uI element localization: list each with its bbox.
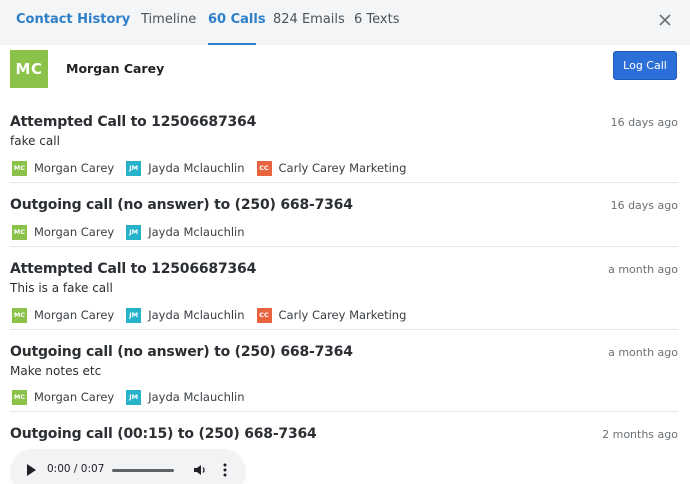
participant[interactable]: MC Morgan Carey — [12, 224, 115, 240]
close-icon[interactable] — [656, 11, 674, 29]
more-options-icon[interactable] — [223, 463, 227, 477]
dialog-title: Contact History — [16, 12, 131, 27]
contact-name[interactable]: Morgan Carey — [66, 61, 164, 76]
play-icon[interactable] — [27, 464, 36, 476]
call-note: Make notes etc — [10, 364, 102, 378]
participant-name: Morgan Carey — [34, 390, 115, 404]
divider — [10, 246, 678, 247]
tab-timeline[interactable]: Timeline — [141, 12, 196, 27]
divider — [10, 411, 678, 412]
participant-name: Jayda Mclauchlin — [148, 161, 245, 175]
call-note: fake call — [10, 134, 60, 148]
participant-list: MC Morgan Carey JM Jayda Mclauchlin — [12, 224, 257, 240]
participant-list: MC Morgan Carey JM Jayda Mclauchlin — [12, 389, 257, 405]
participant-list: MC Morgan Carey JM Jayda Mclauchlin CC C… — [12, 160, 418, 176]
participant-avatar: MC — [12, 389, 27, 405]
call-title: Attempted Call to 12506687364 — [10, 261, 257, 277]
participant[interactable]: JM Jayda Mclauchlin — [126, 389, 245, 405]
participant-name: Morgan Carey — [34, 225, 115, 239]
participant-name: Carly Carey Marketing — [278, 161, 407, 175]
call-time: 2 months ago — [602, 428, 678, 441]
call-time: 16 days ago — [610, 199, 678, 212]
audio-progress-slider[interactable] — [112, 469, 174, 472]
participant-list: MC Morgan Carey JM Jayda Mclauchlin CC C… — [12, 307, 418, 323]
participant-name: Jayda Mclauchlin — [148, 225, 245, 239]
call-title: Outgoing call (no answer) to (250) 668-7… — [10, 197, 353, 213]
call-time: a month ago — [608, 346, 678, 359]
call-title: Outgoing call (no answer) to (250) 668-7… — [10, 344, 353, 360]
divider — [10, 182, 678, 183]
participant[interactable]: MC Morgan Carey — [12, 389, 115, 405]
participant-name: Morgan Carey — [34, 161, 115, 175]
tab-texts[interactable]: 6 Texts — [354, 12, 399, 27]
participant-name: Morgan Carey — [34, 308, 115, 322]
divider — [10, 329, 678, 330]
participant-name: Jayda Mclauchlin — [148, 390, 245, 404]
call-time: a month ago — [608, 263, 678, 276]
participant-avatar: JM — [126, 160, 142, 176]
participant-avatar: JM — [126, 389, 142, 405]
participant-name: Jayda Mclauchlin — [148, 308, 245, 322]
participant-avatar: CC — [256, 307, 272, 323]
participant-avatar: MC — [12, 224, 27, 240]
participant[interactable]: MC Morgan Carey — [12, 307, 115, 323]
participant[interactable]: CC Carly Carey Marketing — [256, 307, 407, 323]
participant-avatar: JM — [126, 307, 142, 323]
participant-avatar: MC — [12, 160, 27, 176]
participant[interactable]: CC Carly Carey Marketing — [256, 160, 407, 176]
participant-avatar: CC — [256, 160, 272, 176]
tab-calls[interactable]: 60 Calls — [208, 12, 266, 27]
call-title: Outgoing call (00:15) to (250) 668-7364 — [10, 426, 317, 442]
log-call-button[interactable]: Log Call — [613, 51, 677, 80]
participant[interactable]: JM Jayda Mclauchlin — [126, 160, 245, 176]
tab-emails[interactable]: 824 Emails — [273, 12, 345, 27]
participant-avatar: JM — [126, 224, 142, 240]
participant-name: Carly Carey Marketing — [278, 308, 407, 322]
header-bar: Contact History Timeline 60 Calls 824 Em… — [0, 0, 690, 45]
participant[interactable]: JM Jayda Mclauchlin — [126, 307, 245, 323]
participant[interactable]: MC Morgan Carey — [12, 160, 115, 176]
call-time: 16 days ago — [610, 116, 678, 129]
participant-avatar: MC — [12, 307, 27, 323]
audio-time: 0:00 / 0:07 — [47, 463, 105, 475]
volume-icon[interactable] — [193, 463, 207, 477]
avatar: MC — [10, 50, 48, 88]
call-title: Attempted Call to 12506687364 — [10, 114, 257, 130]
participant[interactable]: JM Jayda Mclauchlin — [126, 224, 245, 240]
call-note: This is a fake call — [10, 281, 113, 295]
contact-header: MC Morgan Carey Log Call — [0, 45, 690, 97]
audio-player: 0:00 / 0:07 — [10, 449, 246, 484]
